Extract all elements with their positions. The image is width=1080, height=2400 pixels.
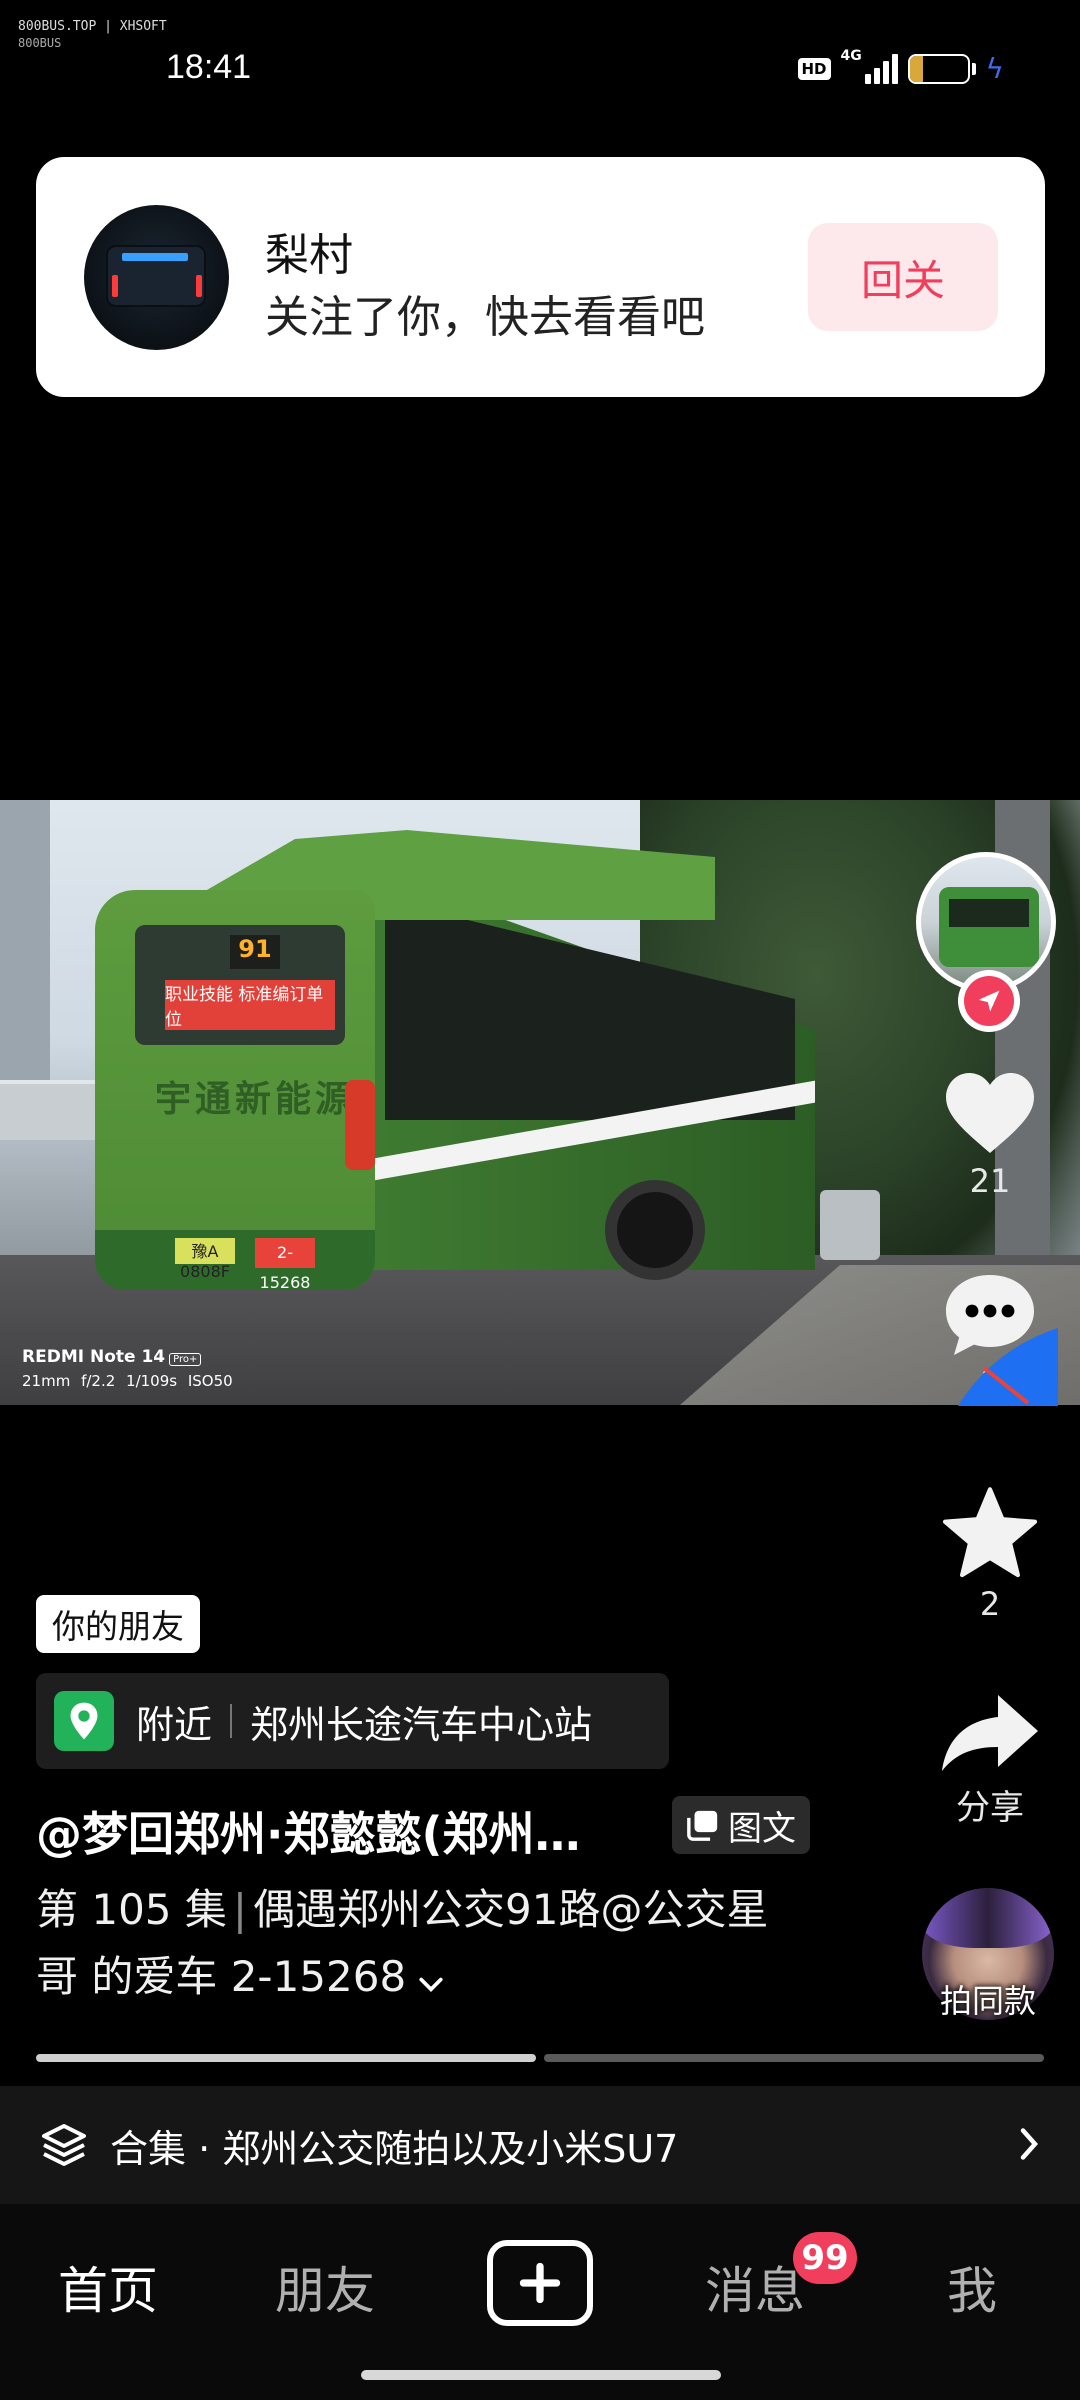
send-icon (964, 976, 1014, 1026)
image-page-indicator-1 (36, 2054, 536, 2062)
location-near-label: 附近 (136, 1702, 213, 1747)
bus-route-number: 91 (230, 935, 280, 969)
camera-params: 21mm f/2.2 1/109s ISO50 (22, 1372, 233, 1390)
description-divider: | (232, 1885, 248, 1934)
battery-icon: 23 (907, 53, 970, 84)
image-page-indicator-2 (544, 2054, 1044, 2062)
location-place: 郑州长途汽车中心站 (250, 1702, 593, 1747)
bus-illustration: 91 职业技能 标准编订单位 宇通新能源 豫A 0808F 2-15268 (95, 830, 815, 1300)
license-plate: 豫A 0808F (175, 1238, 235, 1281)
follow-button[interactable] (958, 970, 1020, 1032)
nav-home[interactable]: 首页 (58, 2251, 158, 2323)
follow-notification[interactable]: 梨村 关注了你，快去看看吧 回关 (36, 157, 1045, 397)
author-name-link[interactable]: @梦回郑州·郑懿懿(郑州… (36, 1798, 641, 1864)
location-divider (230, 1704, 233, 1738)
collection-bar[interactable]: 合集 · 郑州公交随拍以及小米SU7 (0, 2086, 1080, 2204)
post-image[interactable]: 91 职业技能 标准编订单位 宇通新能源 豫A 0808F 2-15268 RE… (0, 800, 1080, 1405)
home-indicator[interactable] (361, 2370, 721, 2380)
collection-label: 合集 · 郑州公交随拍以及小米SU7 (110, 2126, 679, 2171)
nav-friends[interactable]: 朋友 (275, 2251, 375, 2323)
layers-icon (42, 2124, 86, 2166)
share-arrow-icon (942, 1695, 1038, 1771)
sticker-decoration (958, 1328, 1058, 1406)
location-pin-icon (54, 1691, 114, 1751)
favorite-count: 2 (979, 1585, 1001, 1623)
post-type-badge: 图文 (672, 1796, 810, 1854)
post-description[interactable]: 第 105 集 | 偶遇郑州公交91路@公交星哥 的爱车 2-15268 (36, 1876, 806, 2013)
share-button[interactable]: 分享 (930, 1690, 1050, 1829)
charging-icon: ϟ (985, 52, 1004, 85)
friend-tag: 你的朋友 (36, 1595, 200, 1653)
messages-badge: 99 (793, 2232, 857, 2284)
like-button[interactable]: 21 (930, 1068, 1050, 1200)
plus-icon (519, 2262, 561, 2304)
create-post-button[interactable] (487, 2240, 593, 2326)
same-style-button[interactable]: 拍同款 (920, 1888, 1056, 2020)
signal-icon: 4G (841, 48, 898, 84)
share-label: 分享 (956, 1788, 1024, 1828)
watermark: 800BUS.TOP | XHSOFT 800BUS (18, 18, 167, 52)
hd-icon: HD (797, 57, 831, 80)
camera-model: REDMI Note 14 Pro+ (22, 1347, 202, 1367)
chevron-right-icon (1020, 2128, 1039, 2160)
nav-messages[interactable]: 消息 (705, 2251, 805, 2323)
notification-user-name: 梨村 (265, 230, 353, 281)
watermark-line2: 800BUS (18, 36, 62, 50)
expand-chevron-icon[interactable] (418, 1946, 444, 2013)
location-chip[interactable]: 附近 郑州长途汽车中心站 (36, 1673, 669, 1769)
favorite-button[interactable]: 2 (930, 1485, 1050, 1623)
notification-avatar[interactable] (84, 205, 229, 350)
like-count: 21 (969, 1162, 1011, 1200)
network-type: 4G (840, 47, 862, 64)
post-type-label: 图文 (728, 1808, 796, 1849)
follow-back-button[interactable]: 回关 (808, 223, 998, 331)
notification-message: 关注了你，快去看看吧 (265, 292, 705, 343)
watermark-line1: 800BUS.TOP | XHSOFT (18, 19, 167, 34)
battery-level: 23 (924, 56, 953, 81)
bus-logo: 宇通新能源 (155, 1079, 356, 1120)
same-style-label: 拍同款 (939, 1982, 1036, 2020)
bus-banner: 职业技能 标准编订单位 (165, 980, 335, 1030)
episode-label: 第 105 集 (36, 1885, 227, 1934)
status-icons: HD 4G 23 ϟ (797, 48, 1004, 85)
heart-icon (946, 1073, 1034, 1153)
fleet-number-plate: 2-15268 (255, 1238, 315, 1292)
nav-me[interactable]: 我 (947, 2251, 997, 2323)
image-text-icon (687, 1810, 718, 1841)
status-time: 18:41 (166, 48, 252, 86)
star-icon (942, 1487, 1038, 1578)
